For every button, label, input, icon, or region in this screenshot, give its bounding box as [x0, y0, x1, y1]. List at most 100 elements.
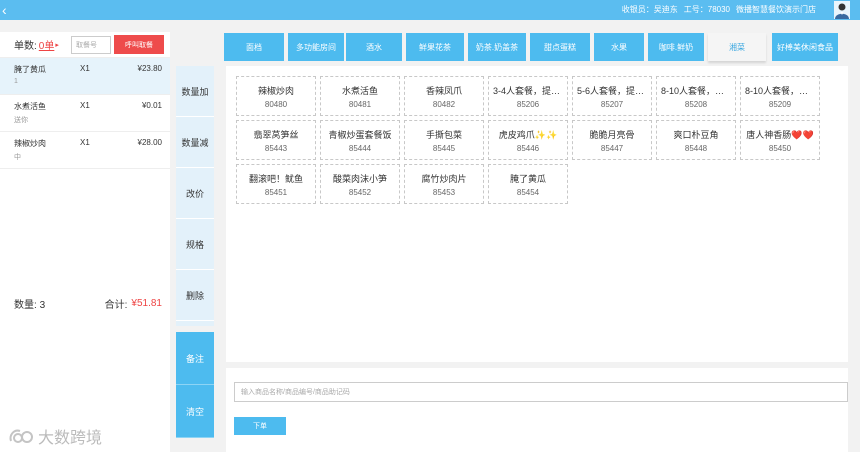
product-name: 脆脆月亮骨: [589, 130, 635, 140]
product-card[interactable]: 8-10人套餐，提前预定 85209: [740, 76, 820, 116]
product-search-input[interactable]: 输入商品名称/商品编号/商品助记码: [234, 382, 848, 402]
change-price-button[interactable]: 改价: [176, 168, 214, 219]
product-code: 85452: [348, 188, 372, 197]
increase-quantity-button[interactable]: 数量加: [176, 66, 214, 117]
product-name: 水煮活鱼: [341, 86, 378, 96]
item-price: ¥0.01: [141, 101, 162, 110]
order-item[interactable]: 辣椒炒肉 X1 ¥28.00 中: [0, 132, 170, 169]
clear-button[interactable]: 清空: [176, 385, 214, 438]
product-code: 85207: [600, 100, 624, 109]
pickup-number-input[interactable]: 取餐号: [71, 35, 111, 54]
product-code: 85448: [684, 144, 708, 153]
product-name: 香辣凤爪: [425, 86, 462, 96]
place-order-button[interactable]: 下单: [234, 417, 286, 435]
item-name: 辣椒炒肉: [14, 139, 46, 148]
product-grid: 辣椒炒肉 80480 水煮活鱼 80481 香辣凤爪 80482 3-4人套餐，提前预定 85…: [226, 66, 848, 362]
total-label: 合计:: [104, 299, 128, 311]
product-card[interactable]: 脆脆月亮骨 85447: [572, 120, 652, 160]
product-code: 85209: [768, 100, 792, 109]
category-tab[interactable]: 酒水: [346, 33, 402, 61]
item-note: 1: [14, 78, 18, 85]
order-actions: 备注 清空: [176, 332, 214, 438]
product-card[interactable]: 青椒炒蛋套餐饭 85444: [320, 120, 400, 160]
product-card[interactable]: 3-4人套餐，提前预定 85206: [488, 76, 568, 116]
category-tab[interactable]: 奶茶.奶盖茶: [468, 33, 526, 61]
item-quantity: X1: [80, 138, 90, 147]
product-card[interactable]: 水煮活鱼 80481: [320, 76, 400, 116]
watermark-text: 大数跨境: [38, 430, 103, 447]
product-card[interactable]: 8-10人套餐，提前预定 85208: [656, 76, 736, 116]
product-card[interactable]: 爽口朴豆角 85448: [656, 120, 736, 160]
item-quantity: X1: [80, 101, 90, 110]
product-card[interactable]: 手撕包菜 85445: [404, 120, 484, 160]
product-card[interactable]: 唐人神香肠❤️❤️ 85450: [740, 120, 820, 160]
order-panel: 单数: 0单 ▸ 取餐号 呼叫取餐 腌了黄瓜 X1 ¥23.80 1 水煮活鱼 X1 ¥0.…: [0, 32, 170, 452]
total-amount: ¥51.81: [131, 297, 162, 309]
order-footer: 数量: 3 合计: ¥51.81: [0, 292, 170, 314]
product-card[interactable]: 5-6人套餐，提前预定 85207: [572, 76, 652, 116]
product-name: 腌了黄瓜: [509, 174, 546, 184]
category-tab[interactable]: 面档: [224, 33, 284, 61]
product-card[interactable]: 酸菜肉沫小笋 85452: [320, 164, 400, 204]
product-code: 85447: [600, 144, 624, 153]
decrease-quantity-button[interactable]: 数量减: [176, 117, 214, 168]
product-code: 85208: [684, 100, 708, 109]
product-name: 酸菜肉沫小笋: [332, 174, 387, 184]
item-note: 送你: [14, 117, 28, 124]
cashier-name: 吴迪东: [653, 5, 678, 14]
product-name: 手撕包菜: [425, 130, 462, 140]
product-card[interactable]: 香辣凤爪 80482: [404, 76, 484, 116]
product-name: 8-10人套餐，提前预定: [745, 86, 819, 96]
caret-right-icon: ▸: [55, 41, 59, 49]
product-name: 3-4人套餐，提前预定: [493, 86, 567, 96]
user-avatar-icon[interactable]: [834, 1, 850, 19]
call-pickup-button[interactable]: 呼叫取餐: [114, 35, 164, 54]
product-card[interactable]: 腌了黄瓜 85454: [488, 164, 568, 204]
category-tab[interactable]: 好棒美休闲食品: [772, 33, 838, 61]
order-item[interactable]: 腌了黄瓜 X1 ¥23.80 1: [0, 58, 170, 95]
category-tab[interactable]: 多功能房间: [288, 33, 344, 61]
item-name: 水煮活鱼: [14, 102, 46, 111]
category-tab[interactable]: 水果: [594, 33, 644, 61]
order-header: 单数: 0单 ▸ 取餐号 呼叫取餐: [0, 32, 170, 58]
search-panel: 输入商品名称/商品编号/商品助记码 下单: [226, 368, 848, 452]
product-name: 爽口朴豆角: [673, 130, 719, 140]
product-code: 80482: [432, 100, 456, 109]
category-tab[interactable]: 咖啡.鲜奶: [648, 33, 704, 61]
cashier-info: 收银员：吴迪东: [621, 5, 678, 14]
product-name: 青椒炒蛋套餐饭: [328, 130, 392, 140]
watermark: 大数跨境: [8, 424, 102, 448]
category-tabs: 面档 多功能房间 酒水 鲜果花茶 奶茶.奶盖茶 甜点蛋糕 水果 咖啡.鲜奶 湘菜 好棒美休闲食品: [224, 33, 860, 61]
product-code: 85451: [264, 188, 288, 197]
specification-button[interactable]: 规格: [176, 219, 214, 270]
order-list: 腌了黄瓜 X1 ¥23.80 1 水煮活鱼 X1 ¥0.01 送你 辣椒炒肉 X1 ¥28.00 中: [0, 58, 170, 169]
product-code: 80481: [348, 100, 372, 109]
category-tab[interactable]: 甜点蛋糕: [530, 33, 590, 61]
category-tab[interactable]: 鲜果花茶: [406, 33, 464, 61]
remark-button[interactable]: 备注: [176, 332, 214, 385]
product-name: 5-6人套餐，提前预定: [577, 86, 651, 96]
product-card[interactable]: 翡翠莴笋丝 85443: [236, 120, 316, 160]
category-tab[interactable]: 湘菜: [708, 33, 766, 61]
product-name: 虎皮鸡爪✨✨: [498, 130, 558, 140]
product-code: 85444: [348, 144, 372, 153]
product-card[interactable]: 辣椒炒肉 80480: [236, 76, 316, 116]
back-arrow-icon[interactable]: ‹: [2, 2, 14, 18]
order-count-link[interactable]: 0单: [39, 37, 55, 52]
item-price: ¥28.00: [137, 138, 162, 147]
order-item[interactable]: 水煮活鱼 X1 ¥0.01 送你: [0, 95, 170, 132]
product-card[interactable]: 虎皮鸡爪✨✨ 85446: [488, 120, 568, 160]
product-code: 85450: [768, 144, 792, 153]
order-count-label: 单数:: [14, 41, 37, 52]
product-code: 85443: [264, 144, 288, 153]
product-code: 85446: [516, 144, 540, 153]
top-bar: ‹ 收银员：吴迪东 工号：78030 微播智慧餐饮演示门店: [0, 0, 860, 20]
product-name: 翡翠莴笋丝: [253, 130, 299, 140]
delete-button[interactable]: 删除: [176, 270, 214, 321]
product-name: 腐竹炒肉片: [421, 174, 467, 184]
product-name: 唐人神香肠❤️❤️: [746, 130, 814, 140]
product-name: 辣椒炒肉: [257, 86, 294, 96]
product-card[interactable]: 腐竹炒肉片 85453: [404, 164, 484, 204]
product-card[interactable]: 翻滚吧！鱿鱼 85451: [236, 164, 316, 204]
store-name: 微播智慧餐饮演示门店: [736, 5, 816, 14]
